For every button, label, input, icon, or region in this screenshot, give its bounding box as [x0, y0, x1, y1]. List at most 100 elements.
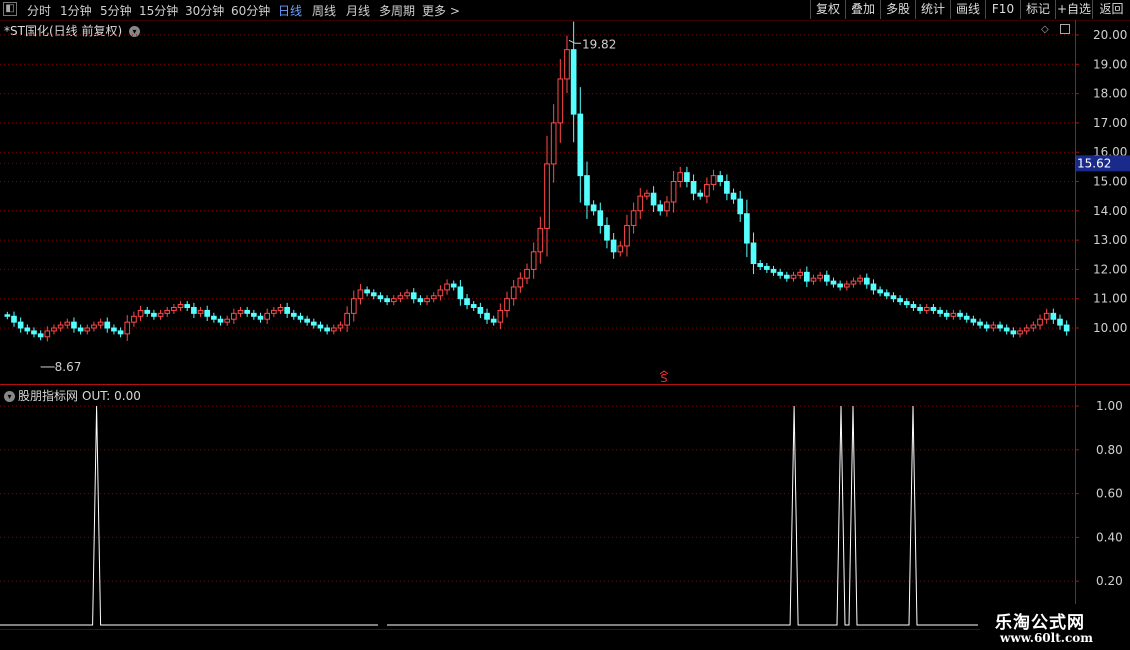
candle-body [530, 251, 537, 270]
candle-body [404, 292, 410, 297]
candle-body [224, 318, 231, 323]
candle-body [1063, 324, 1070, 332]
candle-body [211, 315, 217, 320]
y-tick-label: 17.00 [1093, 116, 1127, 130]
indicator-name: 股朋指标网 [18, 389, 79, 403]
candle-body [31, 330, 37, 335]
candle-body [630, 210, 637, 226]
candle-body [790, 274, 797, 279]
chart-canvas[interactable]: 20.0019.0018.0017.0016.0015.0014.0013.00… [0, 0, 1130, 650]
candle-body [957, 312, 963, 317]
candle-body [344, 312, 350, 326]
candle-body [850, 280, 857, 285]
candle-body [124, 321, 131, 335]
candle-body [337, 324, 344, 329]
candle-body [704, 183, 710, 197]
indicator-y-tick-label: 0.80 [1096, 443, 1123, 457]
candle-body [843, 283, 850, 288]
y-tick-label: 13.00 [1093, 233, 1127, 247]
candle-body [4, 314, 11, 317]
candle-body [484, 312, 490, 320]
candle-body [257, 315, 264, 320]
candle-body [277, 306, 284, 311]
candle-body [17, 321, 24, 329]
indicator-title: ▾ 股朋指标网 OUT: 0.00 [4, 387, 141, 404]
candle-body [917, 306, 923, 311]
candle-body [930, 306, 937, 311]
candle-body [237, 309, 244, 314]
candle-body [823, 274, 830, 282]
watermark-title: 乐淘公式网 [995, 613, 1085, 633]
candle-body [71, 321, 77, 329]
candle-body [490, 318, 497, 323]
candle-body [577, 113, 584, 177]
candle-body [324, 327, 330, 332]
baseline-gap [378, 623, 387, 627]
candle-body [317, 324, 324, 329]
candle-body [64, 321, 71, 326]
candle-body [284, 306, 290, 314]
candle-body [171, 306, 177, 311]
candle-body [204, 309, 211, 317]
candle-body [151, 312, 157, 317]
candle-body [910, 304, 917, 308]
candle-body [470, 304, 477, 308]
candle-body [564, 49, 570, 80]
candle-body [117, 330, 124, 335]
candle-body [757, 263, 764, 267]
candle-body [604, 224, 610, 241]
candle-body [677, 172, 684, 183]
candle-body [464, 298, 470, 306]
candle-body [657, 204, 664, 212]
candle-body [377, 295, 384, 300]
last-price-label: 15.62 [1077, 156, 1111, 170]
high-label: 19.82 [582, 37, 616, 51]
candle-body [397, 295, 404, 300]
candle-body [131, 315, 137, 323]
candle-body [350, 298, 357, 314]
candle-body [817, 274, 823, 279]
candle-body [1037, 318, 1043, 326]
candle-body [883, 292, 890, 297]
candle-body [903, 301, 910, 306]
candle-body [11, 315, 17, 323]
candle-body [444, 283, 450, 291]
candle-body [417, 298, 424, 303]
candle-body [197, 309, 204, 314]
candle-body [970, 318, 977, 323]
candle-body [537, 227, 544, 253]
candle-body [157, 312, 164, 317]
candle-body [504, 298, 510, 311]
candle-body [310, 321, 317, 326]
candle-body [164, 309, 171, 314]
candle-body [51, 327, 57, 332]
candle-body [937, 309, 943, 314]
candle-body [104, 321, 111, 329]
out-indicator-line [0, 405, 978, 626]
candle-body [744, 213, 750, 244]
y-tick-label: 20.00 [1093, 28, 1127, 42]
candle-body [1023, 327, 1030, 332]
indicator-out-value: OUT: 0.00 [82, 389, 141, 403]
indicator-y-tick-label: 0.20 [1096, 574, 1123, 588]
candle-body [777, 271, 784, 276]
candle-body [1043, 312, 1050, 320]
candle-body [697, 192, 704, 197]
candle-body [544, 163, 550, 229]
candle-body [437, 289, 444, 297]
panel-separator[interactable] [0, 384, 1130, 385]
y-tick-label: 15.00 [1093, 175, 1127, 189]
candle-body [570, 49, 577, 115]
candle-body [617, 245, 624, 253]
candle-body [624, 224, 630, 247]
candle-body [737, 198, 744, 215]
y-tick-label: 19.00 [1093, 57, 1127, 71]
candle-body [184, 304, 191, 308]
candle-body [24, 327, 31, 332]
candle-body [304, 318, 310, 323]
candle-body [57, 324, 64, 329]
indicator-menu-icon[interactable]: ▾ [4, 391, 15, 402]
candle-body [370, 292, 377, 297]
candle-body [390, 298, 397, 303]
candle-body [191, 306, 197, 314]
